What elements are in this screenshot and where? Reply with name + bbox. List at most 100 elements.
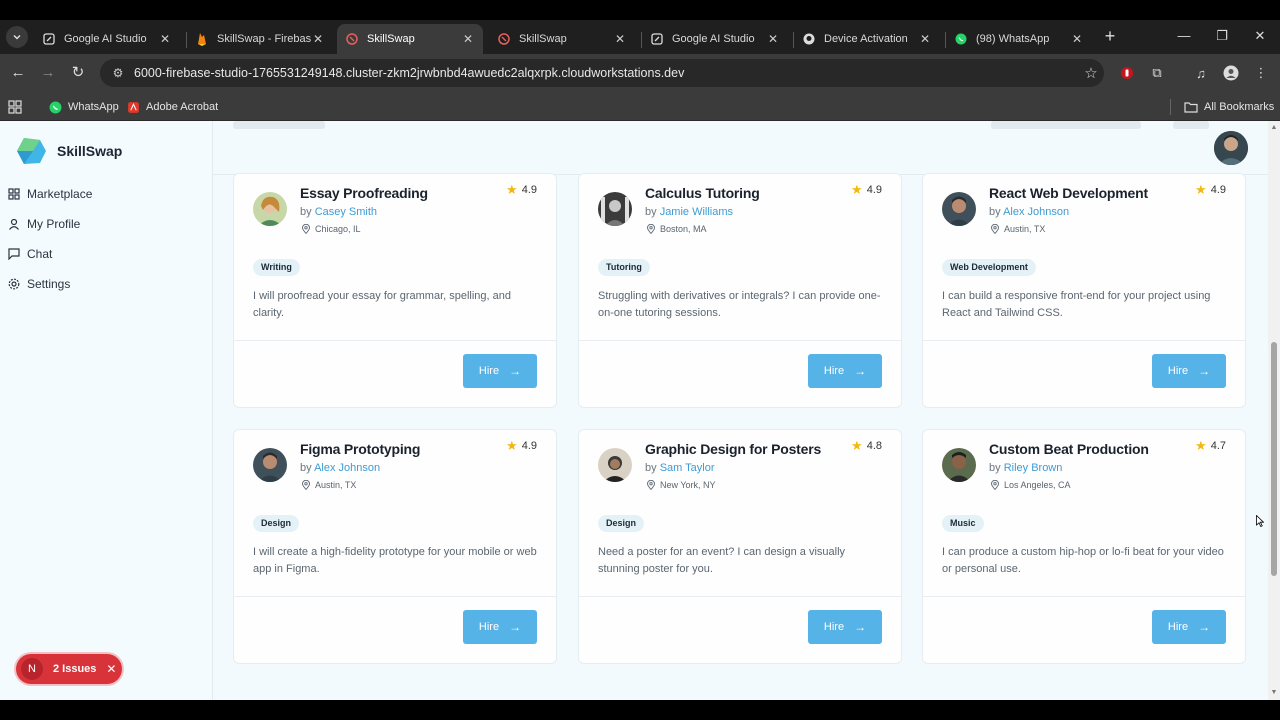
service-card: React Web Development by Alex Johnson Au…	[922, 173, 1246, 408]
browser-tab[interactable]: Device Activation ✕	[794, 24, 940, 54]
close-icon[interactable]: ✕	[918, 32, 932, 46]
all-bookmarks[interactable]: All Bookmarks	[1184, 97, 1274, 117]
card-title: React Web Development	[989, 185, 1148, 201]
brand[interactable]: SkillSwap	[16, 137, 122, 165]
minimize-icon[interactable]: —	[1172, 26, 1196, 46]
nav-marketplace[interactable]: Marketplace	[8, 182, 92, 206]
close-icon[interactable]: ✕	[311, 32, 325, 46]
star-icon: ★	[851, 438, 863, 453]
provider-avatar[interactable]	[253, 448, 287, 482]
browser-toolbar: ← → ↻ ⚙ 6000-firebase-studio-17655312491…	[0, 54, 1280, 92]
profile-icon[interactable]	[1222, 64, 1240, 82]
browser-tab[interactable]: Google AI Studio ✕	[642, 24, 788, 54]
provider-avatar[interactable]	[598, 448, 632, 482]
browser-tab[interactable]: SkillSwap - Firebase S ✕	[187, 24, 333, 54]
brand-name: SkillSwap	[57, 143, 123, 159]
tab-title: SkillSwap	[367, 33, 415, 45]
reload-icon[interactable]: ↻	[68, 63, 88, 83]
tab-search-button[interactable]	[6, 26, 28, 48]
nav-chat[interactable]: Chat	[8, 242, 52, 266]
restore-icon[interactable]: ❐	[1210, 26, 1234, 46]
provider-avatar[interactable]	[942, 448, 976, 482]
hire-button[interactable]: Hire →	[808, 610, 882, 644]
location-text: Austin, TX	[315, 480, 357, 490]
close-icon[interactable]: ✕	[766, 32, 780, 46]
scroll-up-icon[interactable]: ▲	[1270, 124, 1278, 132]
user-avatar[interactable]	[1214, 131, 1248, 165]
byline-prefix: by	[989, 462, 1001, 474]
extensions-puzzle-icon[interactable]: ⧉	[1148, 64, 1166, 82]
bookmark-star-icon[interactable]: ☆	[1078, 64, 1104, 82]
address-bar[interactable]: ⚙ 6000-firebase-studio-1765531249148.clu…	[100, 59, 1104, 87]
browser-tab-active[interactable]: SkillSwap ✕	[337, 24, 483, 54]
byline-prefix: by	[300, 462, 312, 474]
chat-icon	[8, 248, 20, 260]
nav-my-profile[interactable]: My Profile	[8, 212, 80, 236]
provider-link[interactable]: Riley Brown	[1004, 462, 1063, 474]
hire-button[interactable]: Hire →	[1152, 354, 1226, 388]
provider-avatar[interactable]	[942, 192, 976, 226]
hire-button[interactable]: Hire →	[463, 610, 537, 644]
provider-link[interactable]: Jamie Williams	[660, 206, 733, 218]
hire-button[interactable]: Hire →	[808, 354, 882, 388]
arrow-right-icon: →	[509, 364, 522, 378]
card-title: Figma Prototyping	[300, 441, 421, 457]
browser-menu-icon[interactable]: ⋮	[1252, 64, 1270, 82]
bookmark-adobe-acrobat[interactable]: Adobe Acrobat	[126, 97, 218, 117]
card-description: Struggling with derivatives or integrals…	[598, 290, 881, 319]
card-title: Graphic Design for Posters	[645, 441, 822, 457]
new-tab-button[interactable]: +	[1100, 26, 1120, 46]
card-rating: ★ 4.8	[851, 438, 882, 454]
close-icon[interactable]: ✕	[613, 32, 627, 46]
arrow-right-icon: →	[509, 620, 522, 634]
next-logo-icon: N	[21, 658, 43, 680]
card-divider	[579, 596, 901, 597]
tab-title: Google AI Studio	[672, 33, 755, 45]
page-scrollbar[interactable]: ▲ ▼	[1268, 121, 1280, 700]
map-pin-icon	[302, 480, 310, 490]
hire-button[interactable]: Hire →	[463, 354, 537, 388]
provider-link[interactable]: Alex Johnson	[1003, 206, 1069, 218]
card-divider	[234, 340, 556, 341]
provider-link[interactable]: Casey Smith	[315, 206, 377, 218]
hire-label: Hire	[823, 365, 845, 377]
back-icon[interactable]: ←	[8, 63, 28, 83]
arrow-right-icon: →	[854, 620, 867, 634]
browser-tab[interactable]: Google AI Studio ✕	[34, 24, 180, 54]
url-text[interactable]: 6000-firebase-studio-1765531249148.clust…	[134, 66, 1078, 80]
close-icon[interactable]: ✕	[461, 32, 475, 46]
close-icon[interactable]: ✕	[158, 32, 172, 46]
category-tag: Writing	[253, 259, 300, 276]
service-card: Figma Prototyping by Alex Johnson Austin…	[233, 429, 557, 664]
tab-title: Device Activation	[824, 33, 908, 45]
browser-tab[interactable]: SkillSwap ✕	[489, 24, 635, 54]
close-window-icon[interactable]: ✕	[1248, 26, 1272, 46]
provider-link[interactable]: Alex Johnson	[314, 462, 380, 474]
close-icon[interactable]: ✕	[106, 662, 116, 676]
extension-icon[interactable]	[1118, 64, 1136, 82]
scroll-down-icon[interactable]: ▼	[1270, 689, 1278, 697]
close-icon[interactable]: ✕	[1070, 32, 1084, 46]
issues-badge[interactable]: N 2 Issues ✕	[16, 654, 122, 684]
tab-title: Google AI Studio	[64, 33, 147, 45]
header-faded-content	[1173, 121, 1209, 129]
bookmark-whatsapp[interactable]: WhatsApp	[48, 97, 119, 117]
card-rating: ★ 4.7	[1195, 438, 1226, 454]
media-controls-icon[interactable]: ♫	[1192, 64, 1210, 82]
card-description: I can build a responsive front-end for y…	[942, 290, 1211, 319]
hire-button[interactable]: Hire →	[1152, 610, 1226, 644]
issues-label: 2 Issues	[53, 663, 97, 675]
location-text: Los Angeles, CA	[1004, 480, 1071, 490]
rating-value: 4.9	[866, 184, 882, 196]
provider-avatar[interactable]	[253, 192, 287, 226]
scrollbar-thumb[interactable]	[1271, 342, 1277, 576]
card-byline: by Alex Johnson	[989, 206, 1069, 218]
rating-value: 4.9	[521, 184, 537, 196]
provider-link[interactable]: Sam Taylor	[660, 462, 715, 474]
site-info-icon[interactable]: ⚙	[104, 66, 132, 80]
provider-avatar[interactable]	[598, 192, 632, 226]
apps-grid-icon[interactable]	[8, 97, 22, 117]
nav-settings[interactable]: Settings	[8, 272, 70, 296]
forward-icon[interactable]: →	[38, 63, 58, 83]
browser-tab[interactable]: (98) WhatsApp ✕	[946, 24, 1092, 54]
